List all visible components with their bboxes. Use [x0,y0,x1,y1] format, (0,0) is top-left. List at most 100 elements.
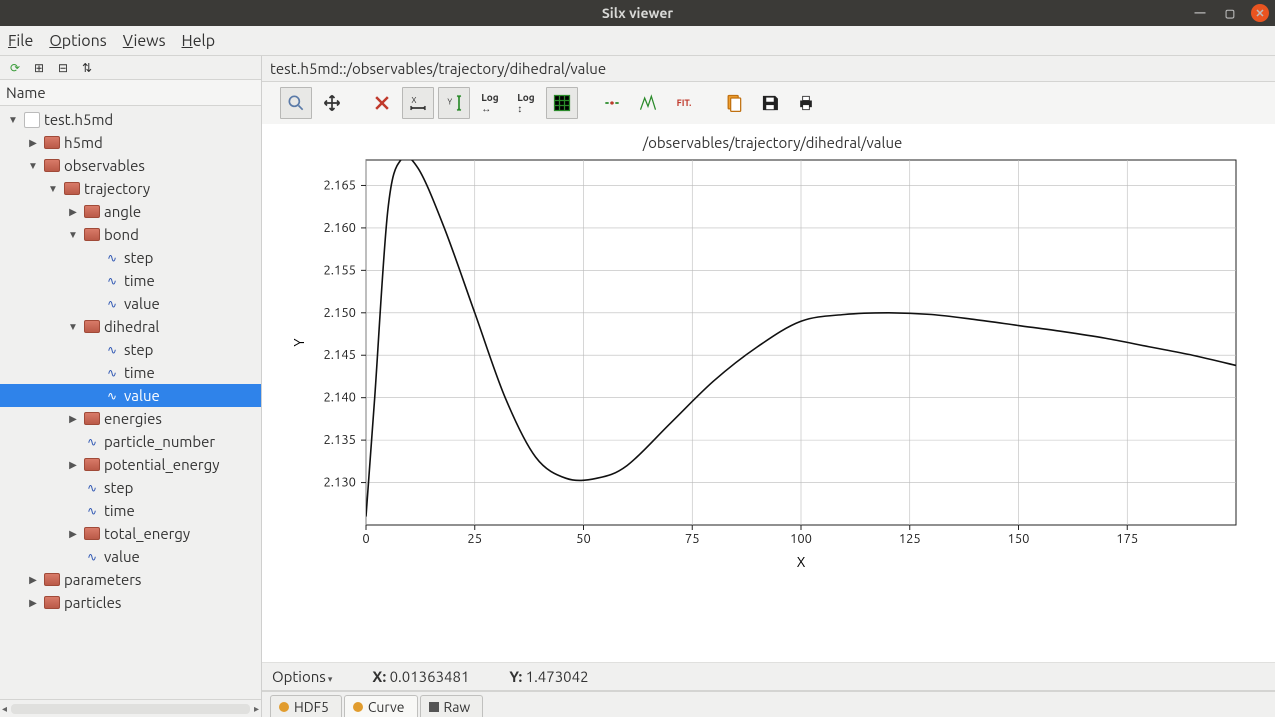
y-autoscale-icon[interactable]: Y [438,87,470,119]
tree-label: observables [64,157,145,174]
folder-icon [84,458,100,471]
sort-icon[interactable]: ⇅ [78,59,96,77]
tree-item-parameters[interactable]: ▶parameters [0,568,261,591]
tab-hdf5[interactable]: HDF5 [270,695,342,717]
dataset-icon: ∿ [104,273,120,289]
svg-text:2.145: 2.145 [323,348,356,362]
tree-label: value [124,387,160,404]
tree-item-angle[interactable]: ▶angle [0,200,261,223]
refresh-icon[interactable]: ⟳ [6,59,24,77]
tab-raw[interactable]: Raw [420,695,484,717]
style-icon[interactable] [596,87,628,119]
tree-item-value[interactable]: ∿value [0,545,261,568]
tree-item-bond_step[interactable]: ∿step [0,246,261,269]
tree-label: total_energy [104,525,190,542]
tree-label: time [124,364,155,381]
tree-label: particles [64,594,121,611]
content-panel: test.h5md::/observables/trajectory/dihed… [262,56,1275,717]
view-tabs: HDF5 Curve Raw [262,691,1275,717]
chart-canvas[interactable]: 02550751001251501752.1302.1352.1402.1452… [286,155,1246,575]
menu-file[interactable]: File [8,32,33,50]
tree-item-particle_number[interactable]: ∿particle_number [0,430,261,453]
expander-icon[interactable]: ▼ [6,114,20,126]
expander-icon[interactable]: ▶ [26,574,40,586]
tree-item-dih_time[interactable]: ∿time [0,361,261,384]
tree-label: h5md [64,134,103,151]
tree-panel: ⟳ ⊞ ⊟ ⇅ Name ▼test.h5md ▶ h5md ▼ observables… [0,56,262,717]
fit-icon[interactable]: FIT. [668,87,700,119]
expander-icon[interactable]: ▼ [46,183,60,195]
collapse-icon[interactable]: ⊟ [54,59,72,77]
close-button[interactable]: ✕ [1251,4,1269,22]
tree-item-potential_energy[interactable]: ▶potential_energy [0,453,261,476]
tab-curve[interactable]: Curve [344,695,418,717]
expander-icon[interactable]: ▼ [26,160,40,172]
print-icon[interactable] [790,87,822,119]
tree-item-energies[interactable]: ▶energies [0,407,261,430]
tree-label: step [104,479,133,496]
pan-icon[interactable] [316,87,348,119]
tree-item-trajectory[interactable]: ▼trajectory [0,177,261,200]
tree-item-step[interactable]: ∿step [0,476,261,499]
grid-icon[interactable] [546,87,578,119]
cursor-y-readout: Y: 1.473042 [509,668,588,685]
folder-icon [44,136,60,149]
tree-item-total_energy[interactable]: ▶ total_energy [0,522,261,545]
tree-header-name[interactable]: Name [0,80,261,106]
expander-icon[interactable]: ▶ [66,459,80,471]
svg-text:2.150: 2.150 [323,306,356,320]
x-log-icon[interactable]: Log↔ [474,87,506,119]
tree[interactable]: ▼test.h5md ▶ h5md ▼ observables ▼trajectory▶a… [0,106,261,699]
tree-item-bond_value[interactable]: ∿value [0,292,261,315]
tree-item-bond_time[interactable]: ∿time [0,269,261,292]
expander-icon[interactable]: ▶ [66,413,80,425]
expander-icon[interactable]: ▶ [66,528,80,540]
minimize-button[interactable]: — [1191,4,1209,22]
expander-icon[interactable]: ▼ [66,321,80,333]
dataset-icon: ∿ [104,388,120,404]
menu-views[interactable]: Views [123,32,166,50]
svg-text:175: 175 [1116,532,1138,546]
tree-item-time[interactable]: ∿time [0,499,261,522]
tree-label: step [124,249,153,266]
tree-label: dihedral [104,318,159,335]
titlebar: Silx viewer — ▢ ✕ [0,0,1275,26]
tree-label: particle_number [104,433,215,450]
peaks-icon[interactable] [632,87,664,119]
expander-icon[interactable]: ▼ [66,229,80,241]
horizontal-scrollbar[interactable]: ◂▸ [0,699,261,717]
dataset-icon: ∿ [84,549,100,565]
expander-icon[interactable]: ▶ [26,137,40,149]
tree-item-dih_value[interactable]: ∿value [0,384,261,407]
expand-icon[interactable]: ⊞ [30,59,48,77]
tree-item-bond[interactable]: ▼ bond [0,223,261,246]
reset-icon[interactable] [366,87,398,119]
folder-icon [84,412,100,425]
copy-icon[interactable] [718,87,750,119]
expander-icon[interactable]: ▶ [66,206,80,218]
menu-options[interactable]: Options [49,32,106,50]
maximize-button[interactable]: ▢ [1221,4,1239,22]
tree-label: bond [104,226,139,243]
svg-text:Y: Y [447,97,452,107]
tree-item-particles[interactable]: ▶ particles [0,591,261,614]
tree-item-dih_step[interactable]: ∿step [0,338,261,361]
expander-icon[interactable]: ▶ [26,597,40,609]
tree-item-h5md[interactable]: ▶ h5md [0,131,261,154]
tree-item-observables[interactable]: ▼ observables [0,154,261,177]
chart-toolbar: X Y Log↔ Log↕ FIT. [262,82,1275,124]
plot-area[interactable]: /observables/trajectory/dihedral/value 0… [262,124,1275,662]
folder-icon [44,596,60,609]
svg-text:X: X [797,554,806,570]
menu-help[interactable]: Help [182,32,216,50]
tree-item-root-label[interactable]: ▼test.h5md [0,108,261,131]
tree-item-dihedral[interactable]: ▼ dihedral [0,315,261,338]
y-log-icon[interactable]: Log↕ [510,87,542,119]
folder-icon [44,573,60,586]
folder-icon [64,182,80,195]
options-dropdown[interactable]: Options [272,668,332,685]
folder-icon [44,159,60,172]
x-autoscale-icon[interactable]: X [402,87,434,119]
zoom-icon[interactable] [280,87,312,119]
save-icon[interactable] [754,87,786,119]
